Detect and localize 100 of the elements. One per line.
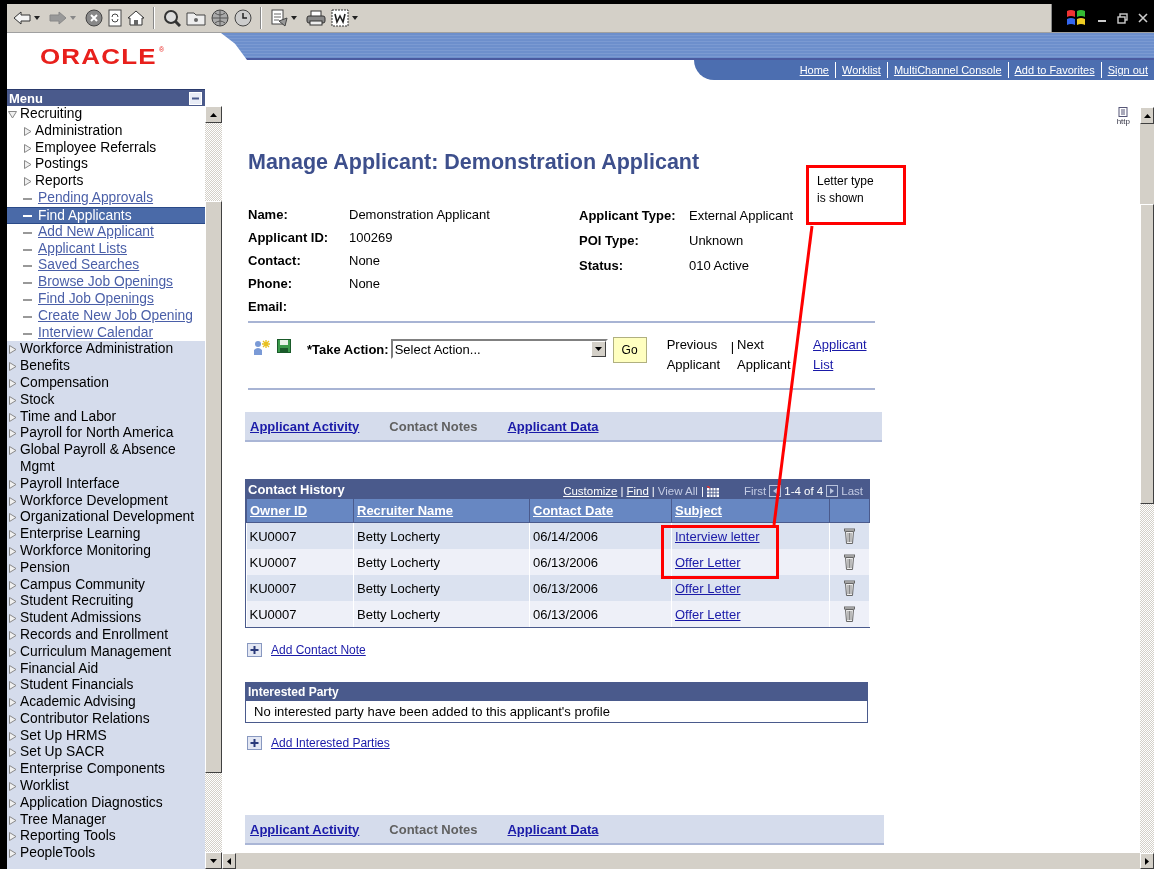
page-icon[interactable]: http [1116,107,1130,129]
caret-icon[interactable] [352,16,358,20]
header-link[interactable]: Worklist [835,62,887,78]
trash-icon[interactable] [844,606,855,623]
caret-icon[interactable] [34,16,40,20]
table-cell: Betty Locherty [353,522,530,549]
menu-link[interactable]: Saved Searches [7,257,205,275]
table-cell: KU0007 [246,575,354,601]
up-arrow-icon[interactable] [1143,113,1151,118]
scroll-thumb[interactable] [205,201,222,773]
field-value: External Applicant [689,208,794,223]
callout-note: Letter type is shown [806,165,906,225]
applicant-list-link[interactable]: Applicant List [813,335,875,375]
right-arrow-icon[interactable] [1145,857,1149,865]
plus-icon[interactable] [247,642,262,657]
close-icon[interactable] [1138,13,1148,23]
add-interested-parties-link[interactable]: Add Interested Parties [271,735,390,750]
field-label: Contact: [248,253,302,268]
separator-text: | [620,485,624,497]
dash-icon [23,298,32,301]
plus-icon[interactable] [247,735,262,750]
tab[interactable]: Applicant Data [507,418,599,434]
table-cell: 06/13/2006 [529,549,672,575]
table-cell: KU0007 [246,549,354,575]
view-all-link[interactable]: View All [657,485,698,497]
previous-applicant-link[interactable]: Previous Applicant [666,335,729,375]
header-link[interactable]: Sign out [1100,62,1154,78]
column-header[interactable]: Contact Date [529,499,672,523]
field-value: None [349,253,381,268]
menu-item[interactable]: Recruiting [7,106,205,123]
menu-item[interactable]: Postings [7,156,205,174]
separator-text: | [700,485,704,497]
add-contact-note-link[interactable]: Add Contact Note [271,642,366,657]
scrollbar[interactable] [1140,107,1154,853]
tab[interactable]: Applicant Activity [250,418,360,434]
dash-icon [23,265,32,268]
tab[interactable]: Contact Notes [389,821,478,837]
dash-icon [23,248,32,251]
scrollbar[interactable] [205,106,222,869]
tab[interactable]: Applicant Activity [250,821,360,837]
grid-icon[interactable] [706,485,719,497]
row-range: 1-4 of 4 [784,485,824,497]
back-arrow-icon[interactable] [13,11,31,25]
left-arrow-icon[interactable] [227,857,231,865]
person-star-icon[interactable] [253,339,271,355]
restore-icon[interactable] [1117,12,1128,24]
dash-icon [23,315,32,318]
flag-icon [1065,8,1087,28]
menu-item[interactable]: Reports [7,173,205,190]
field-value: 100269 [349,230,393,245]
down-arrow-icon[interactable] [210,858,217,863]
table-cell: KU0007 [246,522,354,549]
clock-icon[interactable] [234,9,252,27]
document-icon [1118,107,1129,117]
edit-page-icon[interactable] [331,9,349,27]
scroll-thumb[interactable] [1140,204,1154,504]
grid-title: Contact History [248,482,345,497]
home-icon[interactable] [127,10,145,26]
page-title: Manage Applicant: Demonstration Applicant [248,149,701,175]
dash-icon [23,214,32,217]
action-select[interactable]: Select Action... [390,339,608,359]
go-button[interactable]: Go [612,337,647,363]
trash-icon[interactable] [844,554,855,571]
stop-icon[interactable] [85,9,103,27]
menu-link[interactable]: Browse Job Openings [7,274,205,291]
table-cell: 06/13/2006 [529,601,672,627]
grid-link[interactable]: Customize [563,485,618,497]
trash-icon[interactable] [844,528,855,545]
printer-icon[interactable] [306,10,326,26]
next-applicant-link[interactable]: Next Applicant [737,335,799,375]
folder-icon[interactable] [186,10,206,26]
caret-icon[interactable] [291,16,297,20]
globe-icon[interactable] [211,9,229,27]
refresh-icon[interactable] [108,9,122,27]
up-arrow-icon[interactable] [210,112,217,117]
header-link[interactable]: MultiChannel Console [886,62,1008,78]
dash-icon [23,198,32,200]
field-label: Phone: [248,276,294,291]
scrollbar[interactable] [222,853,1154,869]
first-link[interactable]: First [743,485,767,497]
column-header[interactable]: Owner ID [246,499,354,523]
empty-message: No interested party have been added to this applicant's profile [253,703,611,721]
tab[interactable]: Applicant Data [507,821,599,837]
table-cell: Betty Locherty [353,549,530,575]
column-header[interactable]: Recruiter Name [353,499,530,523]
trash-icon[interactable] [844,580,855,597]
field-label: Email: [248,299,288,314]
field-value: None [349,276,381,291]
last-link[interactable]: Last [841,485,863,497]
field-label: Applicant ID: [248,230,330,245]
save-icon[interactable] [277,339,291,353]
column-header[interactable]: Subject [671,499,830,523]
document-icon[interactable] [270,9,288,27]
search-icon[interactable] [163,9,181,27]
separator-text: | [730,338,734,356]
header-link[interactable]: Home [793,62,835,78]
collapse-icon[interactable] [189,91,202,105]
grid-link[interactable]: Find [626,485,649,497]
tab[interactable]: Contact Notes [389,418,478,434]
header-link[interactable]: Add to Favorites [1007,62,1101,78]
